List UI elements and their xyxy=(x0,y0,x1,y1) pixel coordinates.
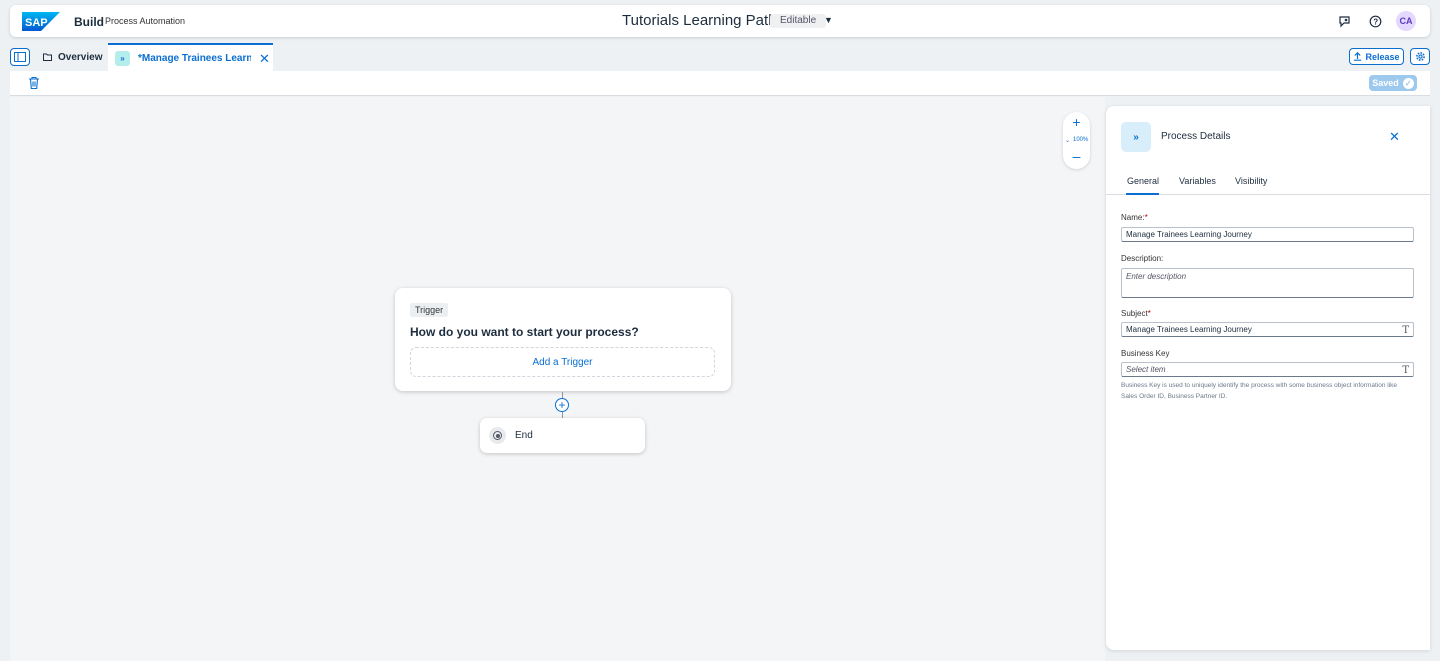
tab-visibility[interactable]: Visibility xyxy=(1235,176,1267,186)
zoom-control: + ⌄ 100% – xyxy=(1063,112,1090,169)
sidebar-toggle-icon xyxy=(14,52,26,62)
tab-overview[interactable]: Overview xyxy=(43,48,102,66)
business-key-field-label: Business Key xyxy=(1121,349,1170,358)
text-type-icon[interactable]: T xyxy=(1402,324,1409,337)
folder-icon xyxy=(43,53,52,61)
business-key-placeholder: Select item xyxy=(1126,365,1166,374)
editor-tabs-row: Overview » *Manage Trainees Learni... ✕ … xyxy=(10,43,1430,71)
gear-icon xyxy=(1415,52,1425,61)
zoom-in-button[interactable]: + xyxy=(1063,114,1090,130)
trigger-tag: Trigger xyxy=(410,303,449,317)
trigger-question: How do you want to start your process? xyxy=(410,325,639,339)
subject-input[interactable]: Manage Trainees Learning Journey T xyxy=(1121,322,1414,337)
process-canvas[interactable]: + ⌄ 100% – Trigger How do you want to st… xyxy=(10,97,1105,661)
tab-manage-trainees[interactable]: » *Manage Trainees Learni... ✕ xyxy=(108,43,273,71)
svg-text:?: ? xyxy=(1373,17,1378,26)
process-icon: » xyxy=(115,50,130,66)
subject-value: Manage Trainees Learning Journey xyxy=(1126,325,1252,334)
saved-label: Saved xyxy=(1372,78,1399,88)
name-input[interactable]: Manage Trainees Learning Journey xyxy=(1121,227,1414,242)
svg-text:SAP: SAP xyxy=(25,17,48,29)
business-key-input[interactable]: Select item T xyxy=(1121,362,1414,377)
end-icon xyxy=(489,427,506,444)
add-step-button[interactable]: + xyxy=(555,398,569,412)
close-panel-icon[interactable]: ✕ xyxy=(1389,129,1400,145)
project-title: Tutorials Learning Path xyxy=(622,12,777,29)
description-field-label: Description: xyxy=(1121,254,1164,263)
upload-icon xyxy=(1354,52,1362,61)
tab-variables[interactable]: Variables xyxy=(1179,176,1216,186)
saved-status-badge: Saved ✓ xyxy=(1369,75,1417,91)
add-trigger-button[interactable]: Add a Trigger xyxy=(410,347,715,377)
feedback-icon[interactable] xyxy=(1336,13,1352,29)
zoom-level[interactable]: 100% xyxy=(1073,137,1088,143)
close-tab-icon[interactable]: ✕ xyxy=(259,52,270,65)
process-details-panel: » Process Details ✕ General Variables Vi… xyxy=(1106,106,1430,650)
zoom-out-button[interactable]: – xyxy=(1063,148,1090,164)
end-node[interactable]: End xyxy=(480,418,645,453)
subject-field-label: Subject* xyxy=(1121,309,1151,318)
editor-toolbar: Saved ✓ xyxy=(10,71,1430,96)
description-textarea[interactable]: Enter description xyxy=(1121,268,1414,298)
tab-overview-label: Overview xyxy=(58,51,103,63)
name-field-label: Name:* xyxy=(1121,213,1148,222)
nav-toggle-button[interactable] xyxy=(10,48,30,66)
end-label: End xyxy=(515,430,533,441)
tab-manage-trainees-label: *Manage Trainees Learni... xyxy=(138,52,251,64)
process-icon: » xyxy=(1121,122,1151,152)
text-type-icon[interactable]: T xyxy=(1402,364,1409,377)
shell-bar: SAP Build Process Automation Tutorials L… xyxy=(10,5,1430,37)
user-avatar[interactable]: CA xyxy=(1396,11,1416,31)
status-badge: Editable xyxy=(770,14,827,28)
help-icon[interactable]: ? xyxy=(1367,13,1383,29)
check-icon: ✓ xyxy=(1402,77,1414,89)
delete-icon[interactable] xyxy=(28,76,40,90)
panel-tabs: General Variables Visibility xyxy=(1106,166,1430,195)
project-menu-caret-icon[interactable]: ▼ xyxy=(824,15,833,25)
sap-logo[interactable]: SAP xyxy=(22,12,60,31)
product-subtitle: Process Automation xyxy=(105,16,186,26)
zoom-caret-icon[interactable]: ⌄ xyxy=(1065,137,1070,144)
product-name: Build xyxy=(74,15,104,29)
trigger-card: Trigger How do you want to start your pr… xyxy=(395,288,731,391)
release-button[interactable]: Release xyxy=(1349,48,1404,65)
settings-button[interactable] xyxy=(1410,48,1430,65)
active-tab-indicator xyxy=(1126,193,1159,195)
business-key-help-text: Business Key is used to uniquely identif… xyxy=(1121,382,1398,400)
panel-title: Process Details xyxy=(1161,131,1231,142)
tab-general[interactable]: General xyxy=(1127,176,1159,186)
release-label: Release xyxy=(1365,51,1400,62)
